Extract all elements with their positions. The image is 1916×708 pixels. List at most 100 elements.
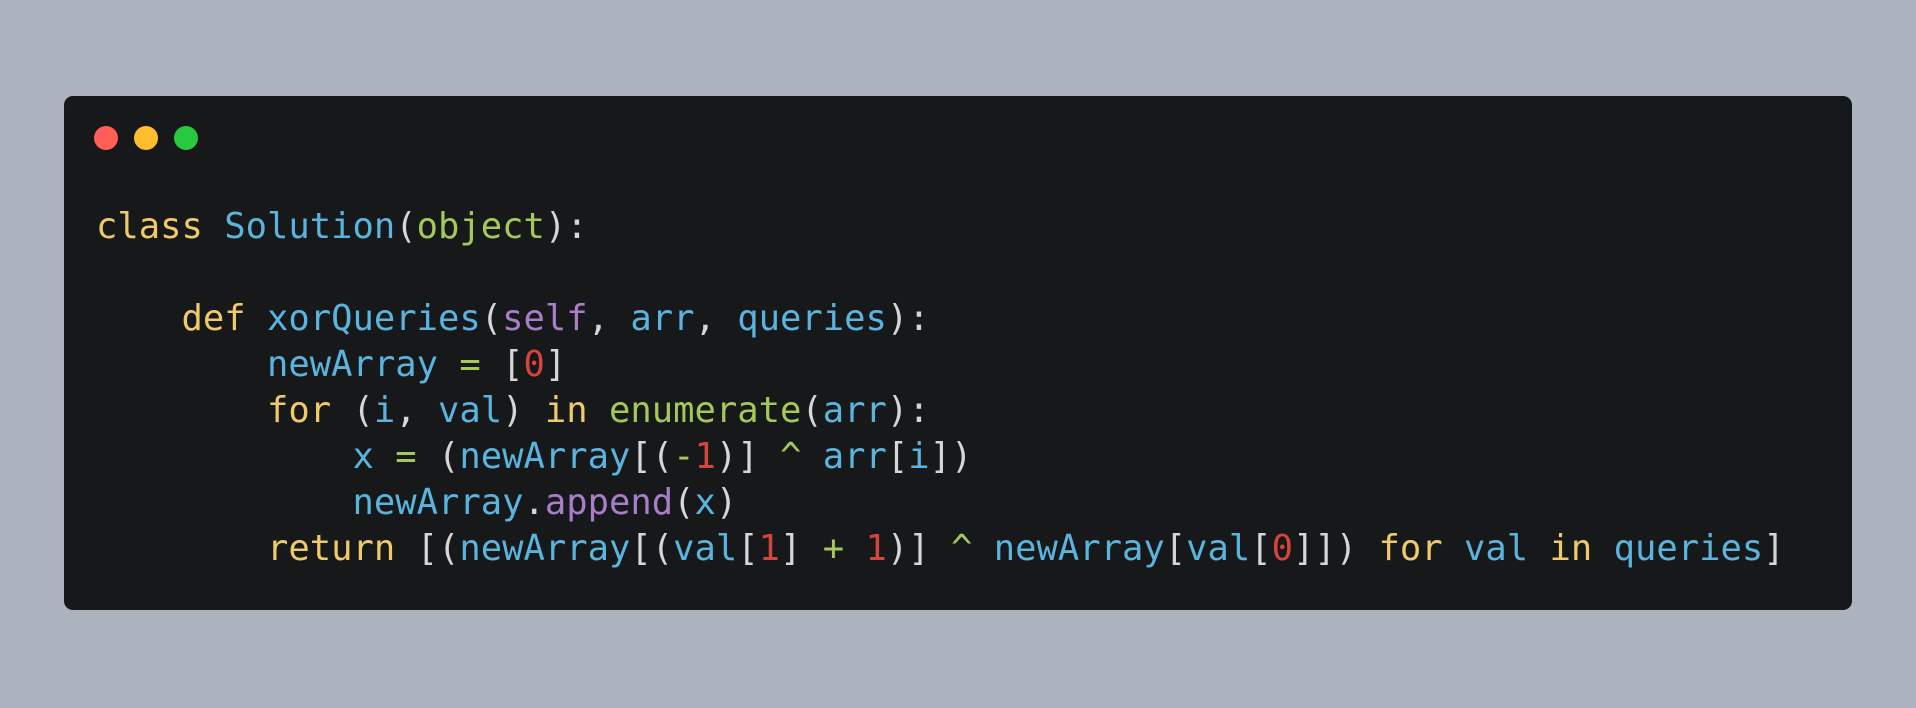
code-line: class Solution(object): <box>96 204 1785 250</box>
code-token-keyword: return <box>266 528 396 569</box>
code-token-builtin: enumerate <box>608 390 802 431</box>
code-token-punctuation: [( <box>630 436 674 477</box>
code-token-number: 1 <box>758 528 780 569</box>
code-token-number: 0 <box>523 344 545 385</box>
code-token-punctuation: ): <box>544 206 588 247</box>
code-token-identifier: newArray <box>459 528 631 569</box>
code-token-identifier: i <box>908 436 930 477</box>
code-token-punctuation: ) <box>715 482 738 523</box>
code-token-identifier: arr <box>822 390 887 431</box>
code-token-keyword: for <box>266 390 332 431</box>
code-token-punctuation: ( <box>801 390 823 431</box>
code-token-operator: = <box>459 344 481 385</box>
code-token-punctuation: ( <box>395 206 417 247</box>
code-token-identifier: x <box>694 482 716 523</box>
code-token-identifier: newArray <box>352 482 524 523</box>
code-token-builtin: object <box>416 206 545 247</box>
code-token-punctuation: ] <box>544 344 567 385</box>
code-token-punctuation: ( <box>480 298 503 339</box>
code-line: newArray = [0] <box>96 342 1785 388</box>
code-line: newArray.append(x) <box>96 480 1785 526</box>
code-token-identifier: val <box>1463 528 1529 569</box>
code-token-identifier: newArray <box>459 436 631 477</box>
code-line: x = (newArray[(-1)] ^ arr[i]) <box>96 434 1785 480</box>
code-token-identifier: xorQueries <box>267 298 481 339</box>
code-token-identifier: x <box>352 436 374 477</box>
code-line: for (i, val) in enumerate(arr): <box>96 388 1785 434</box>
code-token-punctuation: [ <box>886 436 909 477</box>
code-line: return [(newArray[(val[1] + 1)] ^ newArr… <box>96 526 1785 572</box>
code-token-punctuation: , <box>694 298 738 339</box>
code-token-self: self <box>502 298 588 339</box>
code-token-method: append <box>544 482 674 523</box>
code-token-punctuation: [( <box>630 528 674 569</box>
code-token-punctuation: [ <box>1164 528 1187 569</box>
window-controls <box>94 126 198 150</box>
code-token-identifier: Solution <box>224 206 396 247</box>
code-token-identifier: queries <box>1613 528 1764 569</box>
code-token-punctuation: ( <box>352 390 374 431</box>
code-token-punctuation: ]) <box>929 436 973 477</box>
code-token-punctuation: , <box>587 298 631 339</box>
code-token-punctuation: , <box>395 390 438 431</box>
code-token-keyword: class <box>96 206 203 247</box>
code-token-punctuation: ( <box>673 482 695 523</box>
code-token-identifier: newArray <box>266 344 438 385</box>
code-token-punctuation: [ <box>502 344 524 385</box>
code-token-identifier: arr <box>822 436 887 477</box>
minimize-button[interactable] <box>134 126 158 150</box>
code-token-punctuation: ( <box>437 436 460 477</box>
code-token-punctuation: ] <box>779 528 823 569</box>
code-token-operator: ^ <box>779 436 802 477</box>
code-token-keyword: in <box>1549 528 1593 569</box>
code-token-keyword: for <box>1378 528 1443 569</box>
code-token-operator: = <box>395 436 417 477</box>
code-token-punctuation: [( <box>416 528 460 569</box>
code-token-keyword: in <box>544 390 588 431</box>
code-token-operator: - <box>673 436 695 477</box>
code-token-identifier: val <box>437 390 503 431</box>
code-token-keyword: def <box>181 298 246 339</box>
maximize-button[interactable] <box>174 126 198 150</box>
code-token-identifier: queries <box>737 298 887 339</box>
code-token-identifier: newArray <box>993 528 1165 569</box>
code-window: class Solution(object): def xorQueries(s… <box>64 96 1852 610</box>
code-token-identifier: val <box>673 528 738 569</box>
code-token-identifier: arr <box>630 298 695 339</box>
code-token-operator: + <box>822 528 845 569</box>
code-token-number: 1 <box>694 436 716 477</box>
close-button[interactable] <box>94 126 118 150</box>
code-token-operator: ^ <box>950 528 973 569</box>
code-token-punctuation: . <box>523 482 545 523</box>
code-token-identifier: val <box>1186 528 1251 569</box>
code-token-punctuation: ): <box>886 390 930 431</box>
code-token-number: 1 <box>865 528 887 569</box>
code-token-punctuation: ]]) <box>1292 528 1379 569</box>
code-token-punctuation: [ <box>737 528 759 569</box>
code-token-punctuation: )] <box>715 436 780 477</box>
code-line: def xorQueries(self, arr, queries): <box>96 296 1785 342</box>
code-block: class Solution(object): def xorQueries(s… <box>96 204 1785 572</box>
